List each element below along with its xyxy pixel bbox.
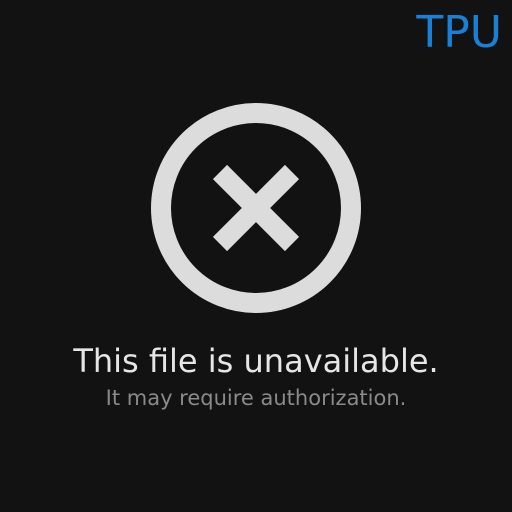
tpu-logo: TPU — [416, 7, 502, 58]
error-subtitle: It may require authorization. — [105, 386, 407, 410]
error-title: This file is unavailable. — [73, 342, 439, 380]
unavailable-file-screen: TPU This file is unavailable. It may req… — [0, 0, 512, 512]
close-circle-icon — [151, 103, 361, 313]
